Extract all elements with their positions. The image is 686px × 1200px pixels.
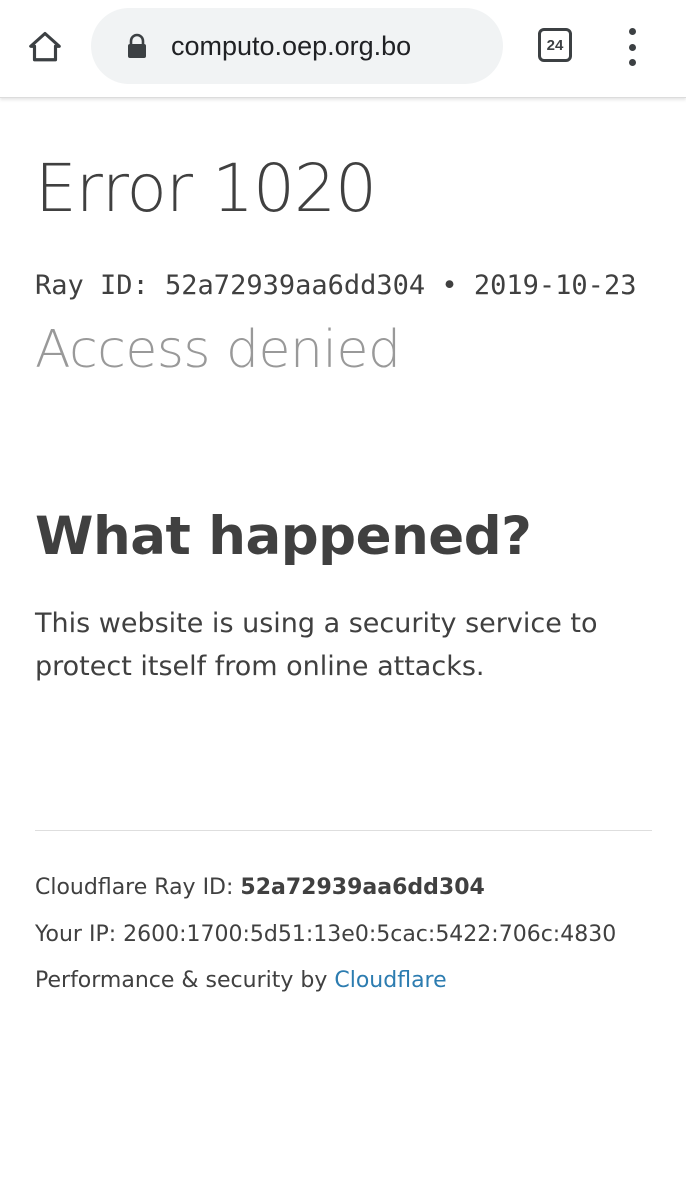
tab-switcher-button[interactable]: 24 bbox=[538, 28, 572, 62]
url-text[interactable]: computo.oep.org.bo bbox=[171, 8, 411, 84]
footer-ray-label: Cloudflare Ray ID: bbox=[35, 875, 241, 900]
tab-count: 24 bbox=[546, 36, 564, 54]
access-denied-heading: Access denied bbox=[35, 320, 401, 380]
error-title: Error 1020 bbox=[35, 150, 377, 227]
more-vert-icon[interactable] bbox=[618, 28, 646, 66]
footer-perf-label: Performance & security by bbox=[35, 968, 335, 993]
footer-ip-value: 2600:1700:5d51:13e0:5cac:5422:706c:4830 bbox=[123, 922, 617, 947]
footer-ip-label: Your IP: bbox=[35, 922, 124, 947]
menu-dot bbox=[628, 43, 636, 51]
menu-dot bbox=[628, 59, 636, 66]
footer-ray-value: 52a72939aa6dd304 bbox=[240, 875, 485, 900]
what-happened-heading: What happened? bbox=[35, 506, 532, 567]
address-bar[interactable]: computo.oep.org.bo bbox=[91, 8, 503, 84]
footer-ray-id: Cloudflare Ray ID: 52a72939aa6dd304 bbox=[35, 873, 485, 903]
home-button[interactable] bbox=[22, 24, 68, 70]
explanation-text: This website is using a security service… bbox=[35, 608, 598, 682]
browser-toolbar: computo.oep.org.bo 24 bbox=[0, 0, 686, 98]
home-icon bbox=[29, 31, 61, 62]
menu-dot bbox=[628, 28, 636, 35]
cloudflare-link[interactable]: Cloudflare bbox=[334, 968, 446, 993]
footer-performance: Performance & security by Cloudflare bbox=[35, 966, 447, 996]
divider bbox=[35, 830, 652, 831]
footer-ip: Your IP: 2600:1700:5d51:13e0:5cac:5422:7… bbox=[35, 920, 616, 950]
ray-id-line: Ray ID: 52a72939aa6dd304 • 2019-10-23 bbox=[35, 270, 637, 301]
lock-icon bbox=[128, 33, 146, 58]
